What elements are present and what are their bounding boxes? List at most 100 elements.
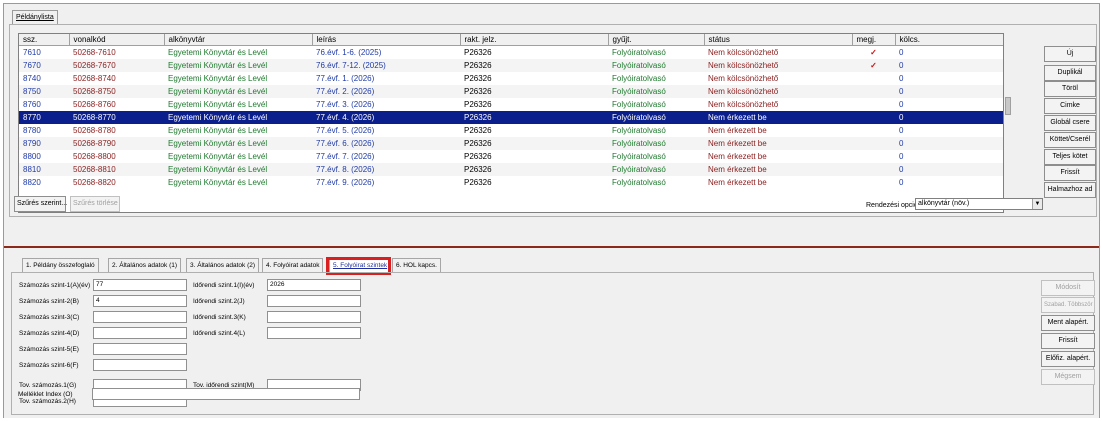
table-row[interactable]: 7610 50268-7610 Egyetemi Könyvtár és Levél…	[19, 46, 1003, 60]
chevron-down-icon[interactable]: ▼	[1032, 199, 1042, 209]
idorendi-4-field[interactable]	[267, 327, 361, 339]
cell-leiras: 77.évf. 9. (2026)	[316, 178, 375, 187]
col-header-megj[interactable]: megj.	[852, 34, 896, 46]
filter-clear-button[interactable]: Szűrés törlése	[70, 196, 120, 212]
duplicate-button[interactable]: Duplikál	[1044, 65, 1096, 81]
cell-status: Nem kölcsönözhető	[708, 74, 779, 83]
refresh-button[interactable]: Frissít	[1044, 165, 1096, 181]
tab-hol-kapcs[interactable]: 6. HOL kapcs.	[392, 258, 441, 272]
filter-button[interactable]: Szűrés szerint...	[14, 196, 67, 212]
tab-folyoirat-adatok[interactable]: 4. Folyóirat adatok	[262, 258, 324, 272]
table-row[interactable]: 8760 50268-8760 Egyetemi Könyvtár és Levél…	[19, 98, 1003, 111]
szamozas-3-field[interactable]	[93, 311, 187, 323]
cell-status: Nem érkezett be	[708, 126, 767, 135]
scrollbar-thumb[interactable]	[1005, 97, 1011, 115]
cell-alk: Egyetemi Könyvtár és Levél	[168, 178, 268, 187]
cell-vonalkod: 50268-8740	[73, 74, 116, 83]
item-list-section: Példánylista ssz. vonalkód alkönyvtár le…	[4, 4, 1099, 246]
save-multiple-button[interactable]: Szabad. Többször	[1041, 297, 1095, 313]
szamozas-2-field[interactable]: 4	[93, 295, 187, 307]
melleklet-index-field[interactable]	[92, 388, 360, 400]
cell-vonalkod: 50268-7610	[73, 48, 116, 57]
col-header-gyujt[interactable]: gyűjt.	[608, 34, 705, 46]
cell-megj	[852, 98, 895, 111]
item-grid[interactable]: ssz. vonalkód alkönyvtár leírás rakt. je…	[18, 33, 1004, 213]
col-header-status[interactable]: státus	[704, 34, 853, 46]
save-default-button[interactable]: Ment alapért.	[1041, 315, 1095, 331]
new-button[interactable]: Új	[1044, 46, 1096, 62]
idorendi-3-label: Időrendi szint.3(K)	[193, 314, 246, 321]
szamozas-5-field[interactable]	[93, 343, 187, 355]
cell-leiras: 77.évf. 6. (2026)	[312, 137, 460, 150]
cell-gyujt: Folyóiratolvasó	[612, 178, 666, 187]
cell-ssz: 8760	[23, 100, 41, 109]
tab-altalanos-adatok-2[interactable]: 3. Általános adatok (2)	[186, 258, 260, 272]
col-header-alkonyvtar[interactable]: alkönyvtár	[164, 34, 313, 46]
col-header-rakt-jelz[interactable]: rakt. jelz.	[460, 34, 609, 46]
cell-gyujt: Folyóiratolvasó	[608, 137, 704, 150]
cell-ssz: 8740	[23, 74, 41, 83]
table-row[interactable]: 8810 50268-8810 Egyetemi Könyvtár és Levél…	[19, 163, 1003, 176]
cell-ssz: 7610	[23, 48, 41, 57]
cell-kolcs: 0	[899, 152, 904, 161]
cell-alk: Egyetemi Könyvtár és Levél	[164, 163, 312, 176]
full-volume-button[interactable]: Teljes kötet	[1044, 149, 1096, 165]
col-header-kolcs[interactable]: kölcs.	[895, 34, 1003, 46]
cell-status: Nem érkezett be	[704, 111, 852, 124]
table-row[interactable]: 8740 50268-8740 Egyetemi Könyvtár és Levél…	[19, 72, 1003, 85]
cell-alk: Egyetemi Könyvtár és Levél	[168, 152, 268, 161]
cell-alk: Egyetemi Könyvtár és Levél	[168, 100, 268, 109]
cell-vonalkod: 50268-8810	[69, 163, 164, 176]
table-row[interactable]: 8820 50268-8820 Egyetemi Könyvtár és Levél…	[19, 176, 1003, 189]
cell-ssz: 8810	[19, 163, 69, 176]
szamozas-4-field[interactable]	[93, 327, 187, 339]
cell-gyujt: Folyóiratolvasó	[612, 100, 666, 109]
table-row[interactable]: 8750 50268-8750 Egyetemi Könyvtár és Levél…	[19, 85, 1003, 98]
label-button[interactable]: Cimke	[1044, 98, 1096, 114]
idorendi-3-field[interactable]	[267, 311, 361, 323]
col-header-vonalkod[interactable]: vonalkód	[69, 34, 165, 46]
cancel-button[interactable]: Mégsem	[1041, 369, 1095, 385]
table-row[interactable]: 8790 50268-8790 Egyetemi Könyvtár és Levél…	[19, 137, 1003, 150]
szamozas-3-label: Számozás szint-3(C)	[19, 314, 80, 321]
cell-leiras: 76.évf. 1-6. (2025)	[316, 48, 382, 57]
subscription-default-button[interactable]: Előfiz. alapért.	[1041, 351, 1095, 367]
table-row[interactable]: 8770 50268-8770 Egyetemi Könyvtár és Levél…	[19, 111, 1003, 124]
tab-peldanylista[interactable]: Példánylista	[12, 10, 58, 24]
cell-gyujt: Folyóiratolvasó	[612, 152, 666, 161]
cell-kolcs: 0	[895, 163, 1003, 176]
table-row[interactable]: 8800 50268-8800 Egyetemi Könyvtár és Levél…	[19, 150, 1003, 163]
item-table-body: 7610 50268-7610 Egyetemi Könyvtár és Levél…	[19, 46, 1003, 190]
cell-vonalkod: 50268-8770	[69, 111, 164, 124]
tab-altalanos-adatok-1[interactable]: 2. Általános adatok (1)	[108, 258, 182, 272]
item-table: ssz. vonalkód alkönyvtár leírás rakt. je…	[19, 34, 1003, 190]
cell-rakt: P26326	[460, 163, 608, 176]
cell-vonalkod: 50268-8800	[73, 152, 116, 161]
cell-alk: Egyetemi Könyvtár és Levél	[164, 137, 312, 150]
idorendi-2-field[interactable]	[267, 295, 361, 307]
idorendi-1-field[interactable]: 2026	[267, 279, 361, 291]
cell-status: Nem kölcsönözhető	[704, 85, 852, 98]
szamozas-6-field[interactable]	[93, 359, 187, 371]
tab-peldany-osszefoglalo[interactable]: 1. Példány összefoglaló	[22, 258, 99, 272]
sort-options-select[interactable]: alkönyvtár (növ.) ▼	[915, 198, 1043, 210]
cell-megj	[852, 150, 895, 163]
bind-replace-button[interactable]: Köttet/Cserél	[1044, 132, 1096, 148]
col-header-leiras[interactable]: leírás	[312, 34, 461, 46]
szamozas-1-field[interactable]: 77	[93, 279, 187, 291]
delete-button[interactable]: Töröl	[1044, 81, 1096, 97]
table-row[interactable]: 8780 50268-8780 Egyetemi Könyvtár és Levél…	[19, 124, 1003, 137]
table-row[interactable]: 7670 50268-7670 Egyetemi Könyvtár és Levél…	[19, 59, 1003, 72]
add-to-set-button[interactable]: Halmazhoz ad	[1044, 182, 1096, 198]
col-header-ssz[interactable]: ssz.	[19, 34, 70, 46]
cell-leiras: 77.évf. 2. (2026)	[312, 85, 460, 98]
global-replace-button[interactable]: Globál csere	[1044, 115, 1096, 131]
main-window: Példánylista ssz. vonalkód alkönyvtár le…	[3, 3, 1100, 418]
cell-status: Nem érkezett be	[704, 163, 852, 176]
modify-button[interactable]: Módosít	[1041, 280, 1095, 296]
cell-gyujt: Folyóiratolvasó	[608, 163, 704, 176]
cell-rakt: P26326	[464, 74, 492, 83]
cell-status: Nem kölcsönözhető	[708, 100, 779, 109]
refresh-details-button[interactable]: Frissít	[1041, 333, 1095, 349]
cell-rakt: P26326	[464, 100, 492, 109]
